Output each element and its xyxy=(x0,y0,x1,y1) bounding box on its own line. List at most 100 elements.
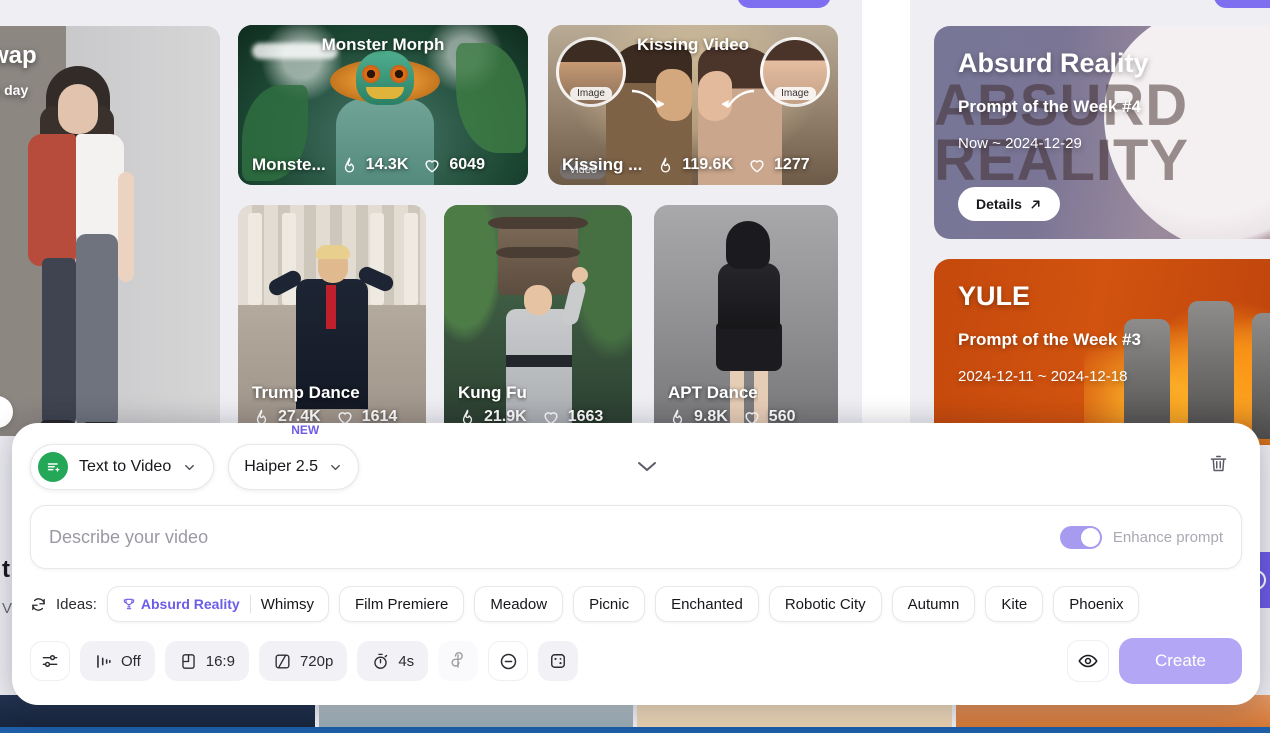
collapse-panel-button[interactable] xyxy=(630,455,664,477)
gallery-card-apt-dance[interactable]: APT Dance 9.8K 560 xyxy=(654,205,838,437)
idea-chip-kite[interactable]: Kite xyxy=(985,586,1044,622)
gallery-card-trump-dance[interactable]: Trump Dance 27.4K 1614 xyxy=(238,205,426,437)
promo-card-yule[interactable]: YULE Prompt of the Week #3 2024-12-11 ~ … xyxy=(934,259,1270,445)
motion-label: Off xyxy=(121,652,141,670)
fit-swap-subtitle: ate of the day xyxy=(0,82,29,98)
fire-icon xyxy=(344,157,354,172)
background-subtext-fragment: V xyxy=(2,600,13,617)
model-selector-label: Haiper 2.5 xyxy=(244,458,319,475)
create-button[interactable]: Create xyxy=(1118,638,1242,684)
toggle-knob xyxy=(1080,527,1100,547)
monster-morph-like-count: 6049 xyxy=(449,156,485,173)
bottom-progress-bar xyxy=(0,727,1270,733)
chevron-down-icon xyxy=(185,464,195,470)
idea-chip-robotic-city[interactable]: Robotic City xyxy=(768,586,882,622)
kung-fu-name-row: Kung Fu xyxy=(458,383,620,403)
sliders-icon xyxy=(42,655,58,667)
layout-seam xyxy=(862,0,910,445)
refresh-icon[interactable] xyxy=(30,596,47,613)
aspect-ratio-button[interactable]: 16:9 xyxy=(164,641,249,681)
yule-date: 2024-12-11 ~ 2024-12-18 xyxy=(958,368,1128,385)
ideas-label: Ideas: xyxy=(56,595,97,613)
gallery-card-kung-fu[interactable]: Kung Fu 21.9K 1663 xyxy=(444,205,632,437)
chevron-down-icon xyxy=(331,464,340,470)
enhance-prompt-control[interactable]: Enhance prompt xyxy=(1059,525,1223,549)
idea-chip-absurd-reality-whimsy[interactable]: Absurd Reality Whimsy xyxy=(106,586,330,622)
idea-chip-picnic[interactable]: Picnic xyxy=(573,586,646,622)
prompt-input-container[interactable]: Enhance prompt xyxy=(30,505,1242,569)
fit-swap-model xyxy=(6,62,146,436)
idea-chip-autumn[interactable]: Autumn xyxy=(891,586,976,622)
seed-button[interactable] xyxy=(538,641,579,681)
absurd-reality-watermark: ABSURD REALITY xyxy=(934,73,1190,194)
trash-icon xyxy=(1210,455,1226,471)
fit-swap-image: mage xyxy=(0,26,220,436)
enhance-prompt-toggle[interactable] xyxy=(1059,525,1102,549)
model-selector[interactable]: NEW Haiper 2.5 xyxy=(228,423,360,490)
gallery-card-monster-morph[interactable]: Monster Morph Monste... 14.3K 6049 xyxy=(238,25,528,185)
loop-button[interactable] xyxy=(438,641,479,681)
mode-selector[interactable]: Text to Video xyxy=(30,444,215,490)
prompt-input[interactable] xyxy=(49,526,1060,548)
arrow-left-down-icon xyxy=(722,89,755,108)
monster-morph-like-stat: 6049 xyxy=(422,155,485,175)
arrow-up-right-icon xyxy=(1031,199,1040,209)
trump-dance-name-row: Trump Dance xyxy=(252,383,414,403)
kissing-video-chip-right-label: Image xyxy=(774,87,816,100)
negative-prompt-button[interactable] xyxy=(488,641,529,681)
clear-prompt-button[interactable] xyxy=(1198,443,1238,483)
heart-icon xyxy=(750,160,764,173)
ideas-label-group: Ideas: xyxy=(30,596,97,613)
idea-chip-film-premiere[interactable]: Film Premiere xyxy=(339,586,465,622)
absurd-reality-title: Absurd Reality xyxy=(958,48,1149,78)
text-to-video-icon xyxy=(38,452,68,482)
top-purple-chip[interactable] xyxy=(737,0,831,8)
motion-button[interactable]: Off xyxy=(80,641,155,681)
arrow-right-down-icon xyxy=(631,89,664,108)
yule-subtitle: Prompt of the Week #3 xyxy=(958,330,1141,349)
heart-icon xyxy=(425,160,439,173)
model-new-badge: NEW xyxy=(291,423,320,437)
promo-card-absurd-reality[interactable]: ABSURD REALITY Absurd Reality Prompt of … xyxy=(934,26,1270,239)
idea-featured-name: Absurd Reality xyxy=(140,596,240,612)
composer-header-row: Text to Video NEW Haiper 2.5 xyxy=(30,423,1242,495)
monster-morph-stats: Monste... 14.3K 6049 xyxy=(252,155,516,175)
ideas-row: Ideas: Absurd Reality Whimsy Film Premie… xyxy=(30,586,1242,622)
duration-label: 4s xyxy=(398,652,415,670)
minus-circle-icon xyxy=(500,653,516,669)
idea-chip-label: Enchanted xyxy=(671,595,743,613)
app-root: mage Fit Swap ate of the day ails xyxy=(0,0,1270,733)
idea-chip-label: Autumn xyxy=(907,595,960,613)
gallery-card-kissing-video[interactable]: Image Image Kissing Video Video Kissing … xyxy=(548,25,838,185)
prompt-composer-panel: Text to Video NEW Haiper 2.5 Describe yo… xyxy=(12,423,1260,705)
loop-icon xyxy=(451,651,463,668)
background-heading-fragment: t xyxy=(2,556,10,583)
trophy-icon xyxy=(123,598,135,610)
kung-fu-name: Kung Fu xyxy=(458,383,527,402)
kissing-video-chip-left-label: Image xyxy=(570,87,612,100)
settings-toolbar: Off 16:9 720p 4s Create xyxy=(30,638,1242,684)
mode-selector-label: Text to Video xyxy=(79,458,172,475)
duration-button[interactable]: 4s xyxy=(357,641,429,681)
preview-button[interactable] xyxy=(1066,640,1109,682)
idea-chip-enchanted[interactable]: Enchanted xyxy=(655,586,759,622)
monster-morph-name: Monste... xyxy=(252,155,326,174)
absurd-reality-subtitle: Prompt of the Week #4 xyxy=(958,97,1141,116)
idea-chip-label: Film Premiere xyxy=(355,595,449,613)
resolution-icon xyxy=(275,653,290,669)
absurd-reality-details-button[interactable]: Details xyxy=(958,187,1060,221)
stopwatch-icon xyxy=(374,653,388,669)
idea-chip-label: Robotic City xyxy=(784,595,866,613)
idea-chip-meadow[interactable]: Meadow xyxy=(474,586,564,622)
monster-morph-title: Monster Morph xyxy=(321,35,445,54)
promo-top-purple-chip[interactable] xyxy=(1214,0,1270,8)
settings-sliders-button[interactable] xyxy=(30,641,70,681)
resolution-button[interactable]: 720p xyxy=(258,641,348,681)
eye-icon xyxy=(1078,654,1098,668)
chevron-down-icon xyxy=(638,462,656,471)
fire-icon xyxy=(661,157,671,172)
monster-morph-fire-stat: 14.3K xyxy=(340,156,408,175)
resolution-label: 720p xyxy=(299,652,334,670)
idea-chip-phoenix[interactable]: Phoenix xyxy=(1053,586,1140,622)
gallery-card-fit-swap[interactable]: mage Fit Swap ate of the day ails xyxy=(0,26,220,436)
